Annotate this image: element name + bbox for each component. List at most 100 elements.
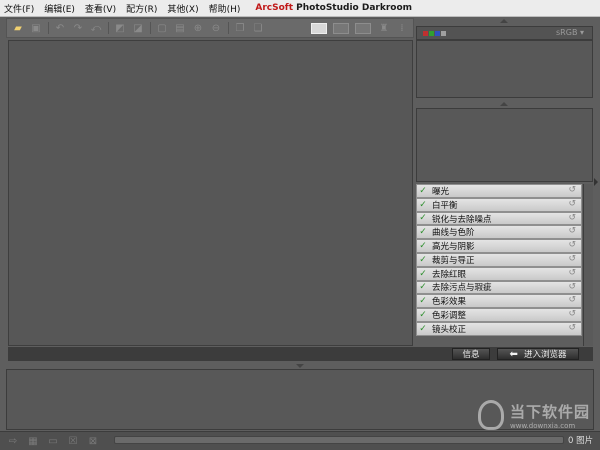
actual-size-icon[interactable]: ▤ xyxy=(173,21,187,35)
brand-product: PhotoStudio Darkroom xyxy=(296,3,413,13)
toolbar-divider xyxy=(150,22,151,34)
navigator-preview[interactable] xyxy=(416,108,593,182)
blue-channel-icon[interactable] xyxy=(435,31,440,36)
tool-color-adjust[interactable]: ✓ 色彩调整 ↺ xyxy=(416,308,582,322)
zoom-in-icon[interactable]: ⊕ xyxy=(191,21,205,35)
tool-white-balance[interactable]: ✓ 白平衡 ↺ xyxy=(416,197,582,212)
menubar: 文件(F) 编辑(E) 查看(V) 配方(R) 其他(X) 帮助(H) ArcS… xyxy=(0,0,600,17)
check-icon: ✓ xyxy=(419,227,427,238)
check-icon: ✓ xyxy=(419,241,427,252)
toolbar-divider xyxy=(108,22,109,34)
watermark-line1: 当下软件园 xyxy=(510,402,591,421)
save-icon[interactable]: ▣ xyxy=(29,21,43,35)
color-space-select[interactable]: sRGB ▾ xyxy=(556,28,584,37)
tool-label: 高光与阴影 xyxy=(432,242,475,253)
thumbnail-size-slider[interactable] xyxy=(114,436,564,444)
watermark-text: 当下软件园 www.downxia.com xyxy=(510,401,590,430)
tool-label: 色彩调整 xyxy=(432,311,467,322)
menu-view[interactable]: 查看(V) xyxy=(80,2,121,15)
filmstrip-collapse-icon[interactable] xyxy=(296,364,304,368)
panel-toggle-icon[interactable] xyxy=(594,178,598,186)
reset-icon[interactable]: ↺ xyxy=(568,254,576,264)
stamp-icon[interactable]: ♜ xyxy=(377,21,391,35)
menu-recipe[interactable]: 配方(R) xyxy=(121,2,162,15)
tools-scrollbar[interactable] xyxy=(583,184,593,346)
tool-label: 锐化与去除噪点 xyxy=(432,214,492,225)
app-brand: ArcSoft PhotoStudio Darkroom xyxy=(255,3,412,13)
grid-icon[interactable]: ⁞ xyxy=(395,21,409,35)
redo-icon[interactable]: ↷ xyxy=(71,21,85,35)
arrow-left-icon: ⬅ xyxy=(509,348,518,360)
green-channel-icon[interactable] xyxy=(429,31,434,36)
tool-label: 裁剪与导正 xyxy=(432,255,475,266)
reset-icon[interactable]: ↺ xyxy=(568,309,576,319)
reset-icon[interactable]: ↺ xyxy=(568,282,576,292)
tool-label: 曲线与色阶 xyxy=(432,228,475,239)
menu-help[interactable]: 帮助(H) xyxy=(204,2,246,15)
batch-icon[interactable]: ▦ xyxy=(26,436,40,447)
histogram-header: sRGB ▾ xyxy=(416,26,593,40)
tool-exposure[interactable]: ✓ 曝光 ↺ xyxy=(416,184,582,198)
tool-label: 色彩效果 xyxy=(432,297,467,308)
reset-icon[interactable]: ↺ xyxy=(568,268,576,278)
tool-spot-blemish[interactable]: ✓ 去除污点与瑕疵 ↺ xyxy=(416,280,582,295)
watermark: 当下软件园 www.downxia.com xyxy=(478,400,590,430)
reset-icon[interactable]: ↺ xyxy=(568,240,576,250)
rotate-left-icon[interactable]: ◩ xyxy=(113,21,127,35)
zoom-out-icon[interactable]: ⊖ xyxy=(209,21,223,35)
reset-icon[interactable]: ↺ xyxy=(568,295,576,305)
single-view-icon[interactable]: . xyxy=(311,22,327,34)
tool-label: 去除红眼 xyxy=(432,269,467,280)
delete-icon[interactable]: ⊠ xyxy=(86,436,100,447)
rotate-right-icon[interactable]: ◪ xyxy=(131,21,145,35)
preview-collapse-icon[interactable] xyxy=(500,102,508,106)
menu-other[interactable]: 其他(X) xyxy=(162,2,203,15)
luminance-channel-icon[interactable] xyxy=(441,31,446,36)
histogram-collapse-icon[interactable] xyxy=(500,19,508,23)
watermark-logo-icon xyxy=(478,400,504,430)
red-channel-icon[interactable] xyxy=(423,31,428,36)
paste-settings-icon[interactable]: ❏ xyxy=(251,21,265,35)
fit-screen-icon[interactable]: ▢ xyxy=(155,21,169,35)
reset-icon[interactable]: ↺ xyxy=(568,213,576,223)
tool-curves-levels[interactable]: ✓ 曲线与色阶 ↺ xyxy=(416,225,582,240)
info-button[interactable]: 信息 xyxy=(452,348,490,360)
reset-icon[interactable]: ↺ xyxy=(568,226,576,236)
menu-edit[interactable]: 编辑(E) xyxy=(39,2,80,15)
reset-icon[interactable]: ↺ xyxy=(568,323,576,333)
histogram-view xyxy=(416,40,593,98)
tool-color-effects[interactable]: ✓ 色彩效果 ↺ xyxy=(416,294,582,309)
split-view-icon[interactable]: . xyxy=(333,22,349,34)
copy-settings-icon[interactable]: ❐ xyxy=(233,21,247,35)
watermark-line2: www.downxia.com xyxy=(510,421,576,430)
check-icon: ✓ xyxy=(419,199,427,210)
compare-icon[interactable]: ▭ xyxy=(46,436,60,447)
enter-browser-label: 进入浏览器 xyxy=(523,350,567,360)
check-icon: ✓ xyxy=(419,185,427,196)
tool-sharpen-denoise[interactable]: ✓ 锐化与去除噪点 ↺ xyxy=(416,211,582,226)
check-icon: ✓ xyxy=(419,213,427,224)
toolbar-divider xyxy=(48,22,49,34)
reset-icon[interactable]: ↺ xyxy=(568,199,576,209)
enter-browser-button[interactable]: ⬅ 进入浏览器 xyxy=(497,348,579,360)
tool-crop-straighten[interactable]: ✓ 裁剪与导正 ↺ xyxy=(416,252,582,267)
tool-lens-correction[interactable]: ✓ 镜头校正 ↺ xyxy=(416,321,582,336)
tool-label: 去除污点与瑕疵 xyxy=(432,283,492,294)
tool-red-eye[interactable]: ✓ 去除红眼 ↺ xyxy=(416,266,582,281)
reset-icon[interactable]: ↺ xyxy=(568,185,576,195)
toolbar: ▰ ▣ ↶ ↷ ⤺ ◩ ◪ ▢ ▤ ⊕ ⊖ ❐ ❏ . . . ♜ ⁞ xyxy=(6,18,414,38)
tool-highlight-shadow[interactable]: ✓ 高光与阴影 ↺ xyxy=(416,239,582,253)
brand-arcsoft: ArcSoft xyxy=(255,3,294,13)
menu-file[interactable]: 文件(F) xyxy=(0,2,39,15)
image-count: 0 图片 xyxy=(568,436,594,446)
open-folder-icon[interactable]: ▰ xyxy=(11,21,25,35)
undo-icon[interactable]: ↶ xyxy=(53,21,67,35)
revert-icon[interactable]: ⤺ xyxy=(89,21,103,35)
check-icon: ✓ xyxy=(419,310,427,321)
check-icon: ✓ xyxy=(419,268,427,279)
import-icon[interactable]: ⇨ xyxy=(6,436,20,447)
side-by-side-view-icon[interactable]: . xyxy=(355,22,371,34)
check-icon: ✓ xyxy=(419,296,427,307)
image-canvas[interactable] xyxy=(8,40,413,346)
reject-icon[interactable]: ☒ xyxy=(66,436,80,447)
